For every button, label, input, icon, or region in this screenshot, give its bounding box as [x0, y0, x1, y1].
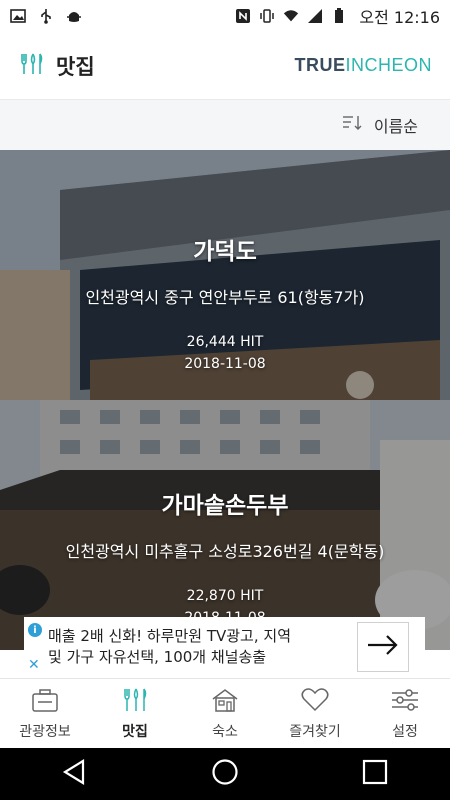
sliders-icon — [390, 687, 420, 717]
brand-logo[interactable]: TRUE INCHEON — [294, 55, 432, 76]
sort-bar: 이름순 — [0, 100, 450, 150]
nav-lodging[interactable]: 숙소 — [180, 679, 270, 748]
signal-icon — [307, 8, 323, 24]
ad-info-icon[interactable]: i — [28, 623, 42, 637]
wifi-icon — [283, 8, 299, 24]
restaurant-address: 인천광역시 중구 연안부두로 61(항동7가) — [85, 288, 365, 307]
house-icon — [210, 687, 240, 717]
battery-icon — [331, 8, 347, 24]
briefcase-icon — [30, 687, 60, 717]
card-content: 가마솥손두부 인천광역시 미추홀구 소성로326번길 4(문학동) 22,870… — [0, 400, 450, 626]
vibrate-icon — [259, 8, 275, 24]
ad-close-icon[interactable]: ✕ — [28, 657, 40, 673]
nav-label: 관광정보 — [19, 723, 71, 740]
fork-knife-icon — [120, 687, 150, 717]
usb-icon — [38, 8, 54, 24]
nav-settings[interactable]: 설정 — [360, 679, 450, 748]
nfc-icon — [235, 8, 251, 24]
recent-apps-icon[interactable] — [361, 758, 389, 790]
nav-tourism-info[interactable]: 관광정보 — [0, 679, 90, 748]
status-clock: 오전 12:16 — [359, 8, 440, 27]
brand-part-incheon: INCHEON — [345, 55, 432, 75]
nav-label: 숙소 — [212, 723, 238, 740]
android-debug-icon — [66, 8, 82, 24]
gallery-icon — [10, 8, 26, 24]
ad-banner[interactable]: i ✕ 매출 2배 신화! 하루만원 TV광고, 지역 및 가구 자유선택, 1… — [24, 617, 425, 677]
hit-count: 26,444 HIT — [186, 334, 264, 350]
ad-arrow-button[interactable] — [357, 622, 409, 672]
nav-label: 맛집 — [122, 723, 148, 740]
ad-text: 매출 2배 신화! 하루만원 TV광고, 지역 및 가구 자유선택, 100개 … — [24, 626, 357, 668]
nav-label: 설정 — [392, 723, 418, 740]
restaurant-card[interactable]: 가덕도 인천광역시 중구 연안부두로 61(항동7가) 26,444 HIT 2… — [0, 150, 450, 400]
bottom-navigation: 관광정보 맛집 숙소 즐겨찾기 설정 — [0, 678, 450, 748]
nav-restaurants[interactable]: 맛집 — [90, 679, 180, 748]
page-title: 맛집 — [56, 54, 95, 79]
restaurant-name: 가마솥손두부 — [161, 493, 289, 519]
sort-button[interactable]: 이름순 — [342, 113, 418, 137]
ad-line-2: 및 가구 자유선택, 100개 채널송출 — [48, 648, 267, 666]
brand-part-true: TRUE — [294, 55, 346, 75]
home-icon[interactable] — [211, 758, 239, 790]
back-icon[interactable] — [61, 758, 89, 790]
arrow-right-icon — [366, 634, 400, 660]
nav-favorites[interactable]: 즐겨찾기 — [270, 679, 360, 748]
heart-icon — [300, 687, 330, 717]
restaurant-address: 인천광역시 미추홀구 소성로326번길 4(문학동) — [65, 542, 385, 561]
restaurant-card[interactable]: 가마솥손두부 인천광역시 미추홀구 소성로326번길 4(문학동) 22,870… — [0, 400, 450, 650]
post-date: 2018-11-08 — [184, 356, 266, 372]
card-content: 가덕도 인천광역시 중구 연안부두로 61(항동7가) 26,444 HIT 2… — [0, 150, 450, 372]
fork-knife-icon — [18, 52, 44, 80]
ad-line-1: 매출 2배 신화! 하루만원 TV광고, 지역 — [48, 627, 291, 645]
hit-count: 22,870 HIT — [186, 588, 264, 604]
restaurant-name: 가덕도 — [193, 239, 257, 265]
app-screen: 오전 12:16 맛집 TRUE INCHEON 이름순 가덕도 인천광역시 중… — [0, 0, 450, 800]
sort-label: 이름순 — [373, 117, 418, 136]
system-navigation-bar — [0, 748, 450, 800]
status-bar: 오전 12:16 — [0, 0, 450, 32]
app-header: 맛집 TRUE INCHEON — [0, 32, 450, 100]
nav-label: 즐겨찾기 — [289, 723, 341, 740]
sort-icon — [342, 115, 362, 135]
